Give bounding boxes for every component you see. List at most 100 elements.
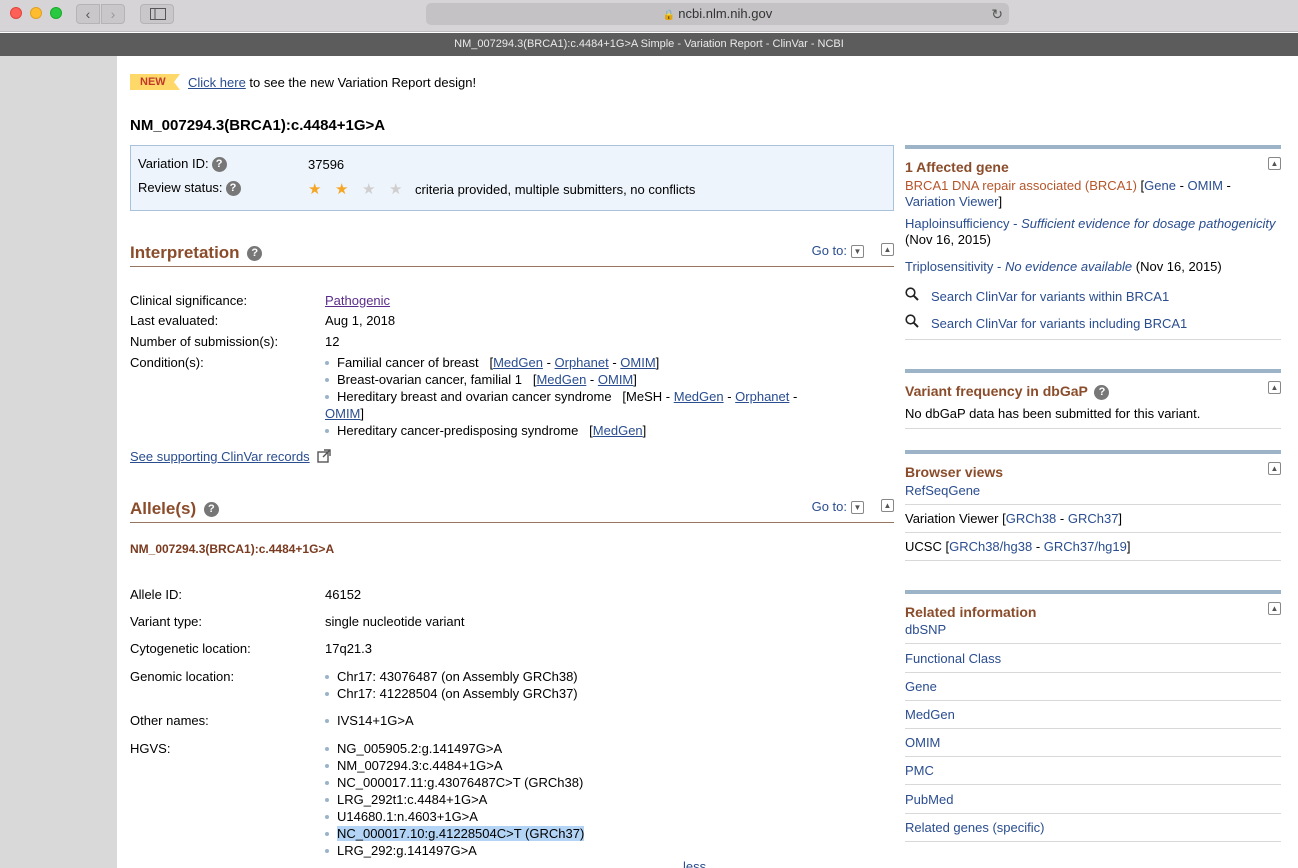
hgvs-item: NM_007294.3:c.4484+1G>A bbox=[325, 757, 584, 774]
chevron-down-icon[interactable]: ▼ bbox=[851, 245, 864, 259]
triplo-link[interactable]: Triplosensitivity - No evidence availabl… bbox=[905, 259, 1132, 274]
less-link[interactable]: less bbox=[683, 859, 706, 868]
variation-id: 37596 bbox=[308, 157, 345, 172]
hgvs-item: U14680.1:n.4603+1G>A bbox=[325, 808, 584, 825]
new-design-link[interactable]: Click here bbox=[188, 75, 246, 90]
browser-views-heading: Browser views bbox=[905, 464, 1004, 480]
related-item: dbSNP bbox=[905, 622, 1281, 644]
gene-link[interactable]: Gene bbox=[905, 679, 937, 694]
medgen-link[interactable]: MedGen bbox=[674, 389, 724, 404]
see-supporting-row: See supporting ClinVar records bbox=[130, 449, 332, 464]
allele-subtitle: NM_007294.3(BRCA1):c.4484+1G>A bbox=[130, 542, 335, 556]
pmc-link[interactable]: PMC bbox=[905, 763, 934, 778]
other-name-item: IVS14+1G>A bbox=[325, 712, 414, 729]
omim-link[interactable]: OMIM bbox=[620, 355, 655, 370]
goto-menu[interactable]: Go to: ▼ bbox=[812, 243, 864, 259]
pubmed-link[interactable]: PubMed bbox=[905, 792, 953, 807]
reload-icon[interactable]: ↻ bbox=[991, 3, 1003, 25]
related-item: MedGen bbox=[905, 707, 1281, 729]
hgvs-item-selected: NC_000017.10:g.41228504C>T (GRCh37) bbox=[325, 825, 585, 842]
tab-title: NM_007294.3(BRCA1):c.4484+1G>A Simple - … bbox=[0, 33, 1298, 56]
variation-viewer-label: Variation Viewer bbox=[905, 511, 999, 526]
grch38-hg38-link[interactable]: GRCh38/hg38 bbox=[949, 539, 1032, 554]
chevron-left-icon: ‹ bbox=[85, 6, 91, 22]
minimize-window-button[interactable] bbox=[30, 7, 42, 19]
goto-menu[interactable]: Go to: ▼ bbox=[812, 499, 864, 515]
conditions-label: Condition(s): bbox=[130, 355, 204, 370]
mesh-label: MeSH bbox=[626, 389, 663, 404]
star-filled-icon: ★ bbox=[308, 181, 322, 198]
help-icon[interactable]: ? bbox=[1094, 384, 1110, 400]
genomic-label: Genomic location: bbox=[130, 669, 235, 684]
help-icon[interactable]: ? bbox=[247, 246, 263, 262]
external-link-icon[interactable] bbox=[317, 449, 332, 463]
banner-message: to see the new Variation Report design! bbox=[245, 75, 477, 90]
collapse-panel-button[interactable]: ▲ bbox=[1268, 462, 1281, 475]
condition-item: Breast-ovarian cancer, familial 1 [MedGe… bbox=[325, 371, 805, 388]
related-info-heading: Related information bbox=[905, 604, 1037, 620]
orphanet-link[interactable]: Orphanet bbox=[555, 355, 609, 370]
search-within-link[interactable]: Search ClinVar for variants within BRCA1 bbox=[931, 289, 1169, 304]
review-status-label: Review status:? bbox=[138, 180, 241, 197]
submissions-count: 12 bbox=[325, 334, 340, 349]
cytogenetic-label: Cytogenetic location: bbox=[130, 641, 251, 656]
collapse-panel-button[interactable]: ▲ bbox=[1268, 157, 1281, 170]
grch37-link[interactable]: GRCh37 bbox=[1068, 511, 1119, 526]
search-including-link[interactable]: Search ClinVar for variants including BR… bbox=[931, 316, 1187, 331]
medgen-link[interactable]: MedGen bbox=[493, 355, 543, 370]
collapse-section-button[interactable]: ▲ bbox=[881, 243, 894, 256]
grch37-hg19-link[interactable]: GRCh37/hg19 bbox=[1044, 539, 1127, 554]
omim-link[interactable]: OMIM bbox=[1188, 178, 1223, 193]
ucsc-row: UCSC [GRCh38/hg38 - GRCh37/hg19] bbox=[905, 539, 1281, 561]
collapse-panel-button[interactable]: ▲ bbox=[1268, 602, 1281, 615]
forward-button[interactable]: › bbox=[101, 4, 125, 24]
collapse-section-button[interactable]: ▲ bbox=[881, 499, 894, 512]
condition-item: Hereditary breast and ovarian cancer syn… bbox=[325, 388, 805, 405]
search-including-row: Search ClinVar for variants including BR… bbox=[905, 314, 1281, 331]
last-evaluated-label: Last evaluated: bbox=[130, 313, 219, 328]
omim-link[interactable]: OMIM bbox=[905, 735, 940, 750]
medgen-link[interactable]: MedGen bbox=[536, 372, 586, 387]
back-button[interactable]: ‹ bbox=[76, 4, 100, 24]
clinical-significance-link[interactable]: Pathogenic bbox=[325, 293, 390, 308]
help-icon[interactable]: ? bbox=[211, 157, 227, 173]
haplo-link[interactable]: Haploinsufficiency - Sufficient evidence… bbox=[905, 216, 1275, 231]
functional-class-link[interactable]: Functional Class bbox=[905, 651, 1001, 666]
chevron-right-icon: › bbox=[110, 6, 116, 22]
related-genes-link[interactable]: Related genes (specific) bbox=[905, 820, 1044, 835]
refseqgene-row: RefSeqGene bbox=[905, 483, 1281, 505]
variation-viewer-link[interactable]: Variation Viewer bbox=[905, 194, 998, 209]
allele-id: 46152 bbox=[325, 587, 362, 602]
sidebar-toggle-button[interactable] bbox=[140, 4, 174, 24]
close-window-button[interactable] bbox=[10, 7, 22, 19]
magnifier-icon bbox=[905, 314, 919, 328]
gene-link[interactable]: BRCA1 DNA repair associated (BRCA1) bbox=[905, 178, 1137, 193]
gene-row: BRCA1 DNA repair associated (BRCA1) [Gen… bbox=[905, 178, 1231, 209]
omim-link[interactable]: OMIM bbox=[598, 372, 633, 387]
grch38-link[interactable]: GRCh38 bbox=[1006, 511, 1057, 526]
refseqgene-link[interactable]: RefSeqGene bbox=[905, 483, 980, 498]
omim-link[interactable]: OMIM bbox=[325, 406, 360, 421]
see-supporting-link[interactable]: See supporting ClinVar records bbox=[130, 449, 310, 464]
zoom-window-button[interactable] bbox=[50, 7, 62, 19]
collapse-panel-button[interactable]: ▲ bbox=[1268, 381, 1281, 394]
genomic-item: Chr17: 41228504 (on Assembly GRCh37) bbox=[325, 685, 578, 702]
haplo-row: Haploinsufficiency - Sufficient evidence… bbox=[905, 216, 1281, 248]
new-badge: NEW bbox=[130, 74, 180, 90]
medgen-link[interactable]: MedGen bbox=[905, 707, 955, 722]
genomic-item: Chr17: 43076487 (on Assembly GRCh38) bbox=[325, 668, 578, 685]
orphanet-link[interactable]: Orphanet bbox=[735, 389, 789, 404]
triplo-row: Triplosensitivity - No evidence availabl… bbox=[905, 259, 1281, 274]
medgen-link[interactable]: MedGen bbox=[593, 423, 643, 438]
interpretation-heading: Interpretation ? bbox=[130, 243, 263, 263]
help-icon[interactable]: ? bbox=[225, 181, 241, 197]
help-icon[interactable]: ? bbox=[203, 502, 219, 518]
last-evaluated: Aug 1, 2018 bbox=[325, 313, 396, 328]
gene-db-link[interactable]: Gene bbox=[1144, 178, 1176, 193]
variant-frequency-heading: Variant frequency in dbGaP ? bbox=[905, 383, 1110, 400]
related-item: PubMed bbox=[905, 792, 1281, 814]
dbsnp-link[interactable]: dbSNP bbox=[905, 622, 946, 637]
chevron-down-icon[interactable]: ▼ bbox=[851, 501, 864, 515]
address-bar[interactable]: 🔒 ncbi.nlm.nih.gov ↻ bbox=[426, 3, 1009, 25]
hgvs-label: HGVS: bbox=[130, 741, 171, 756]
